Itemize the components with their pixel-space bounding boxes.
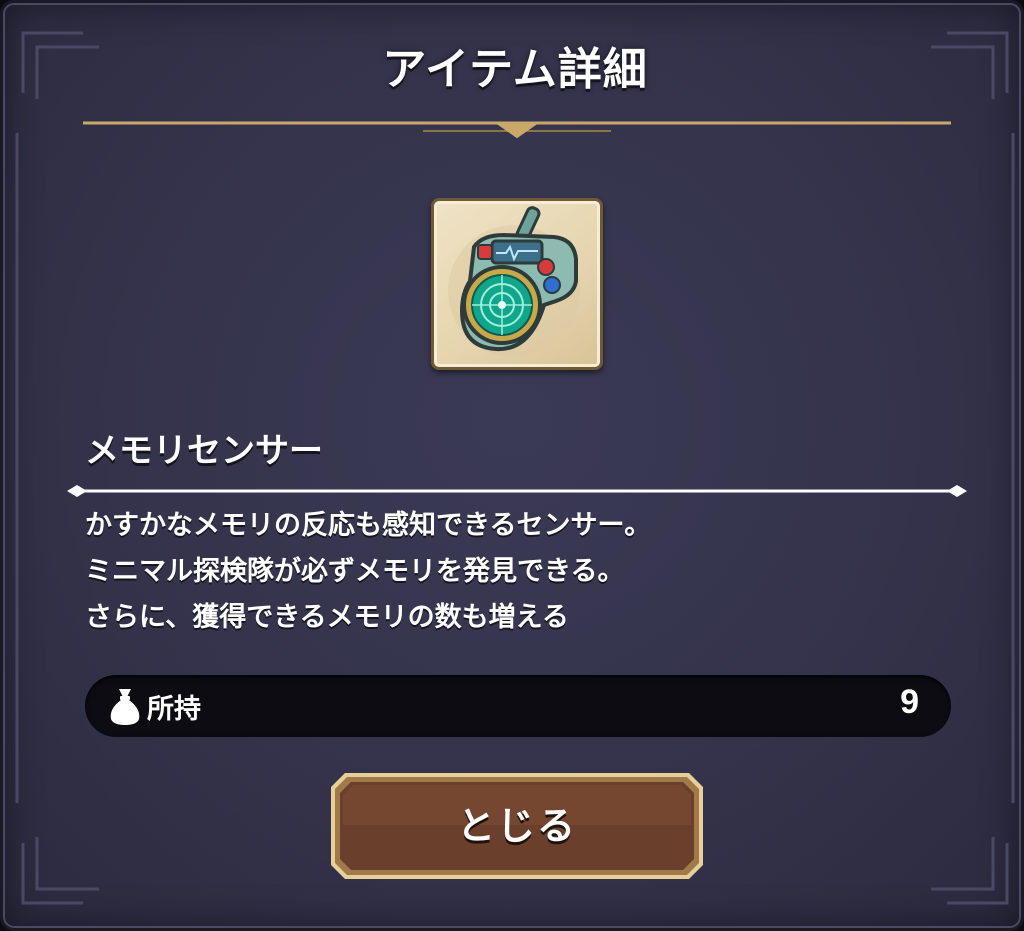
item-detail-dialog: アイテム詳細 メモリセンサー かすかなメモリの反応も感知できるセンサー。 ミニマ… [0, 0, 1024, 931]
item-description: かすかなメモリの反応も感知できるセンサー。 ミニマル探検隊が必ずメモリを発見でき… [85, 503, 965, 641]
item-icon-frame [431, 198, 603, 370]
item-name-divider [67, 485, 967, 497]
owned-count: 9 [900, 683, 919, 721]
dialog-title: アイテム詳細 [382, 44, 648, 95]
item-name: メモリセンサー [85, 431, 323, 471]
description-line: さらに、獲得できるメモリの数も増える [85, 602, 569, 633]
description-line: ミニマル探検隊が必ずメモリを発見できる。 [85, 556, 625, 587]
close-button[interactable]: とじる [331, 773, 703, 879]
close-button-label: とじる [456, 804, 577, 848]
owned-label: 所持 [147, 694, 201, 725]
owned-count-bar: 所持 9 [85, 675, 951, 737]
money-bag-icon [110, 689, 140, 725]
radar-sensor-icon [448, 206, 580, 357]
description-line: かすかなメモリの反応も感知できるセンサー。 [85, 510, 652, 541]
title-divider [83, 121, 951, 139]
